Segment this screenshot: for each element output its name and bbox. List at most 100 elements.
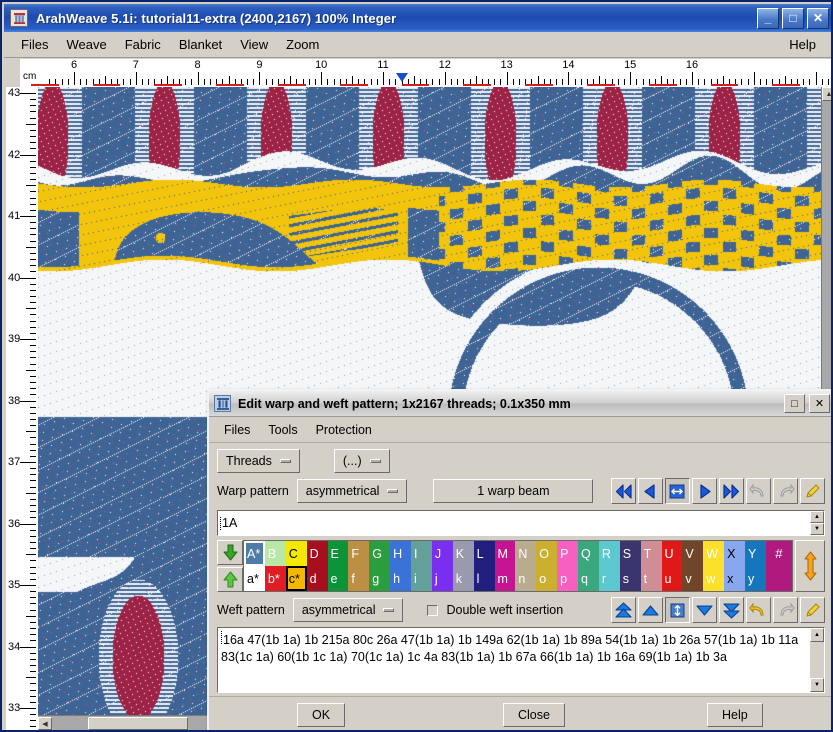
- palette-cell-D[interactable]: D: [306, 541, 328, 566]
- scroll-up-icon[interactable]: ▲: [822, 87, 831, 101]
- palette-cell-p[interactable]: p: [557, 566, 578, 591]
- palette-cell-I[interactable]: I: [411, 541, 432, 566]
- dialog-menu-item-tools[interactable]: Tools: [259, 420, 306, 440]
- warp-beam-dropdown[interactable]: 1 warp beam: [433, 479, 594, 503]
- palette-cell-H[interactable]: H: [390, 541, 411, 566]
- palette-cell-k[interactable]: k: [452, 566, 474, 591]
- warp-clear-button[interactable]: [800, 478, 825, 504]
- weft-down-button[interactable]: [692, 597, 717, 623]
- dialog-menu-item-files[interactable]: Files: [215, 420, 259, 440]
- menu-item-files[interactable]: Files: [12, 34, 57, 55]
- palette-cell-L[interactable]: L: [473, 541, 495, 566]
- green-up-arrow-icon[interactable]: [217, 567, 243, 592]
- palette-cell-Q[interactable]: Q: [578, 541, 599, 566]
- menu-item-view[interactable]: View: [231, 34, 277, 55]
- palette-cell-V[interactable]: V: [682, 541, 704, 566]
- menu-item-blanket[interactable]: Blanket: [170, 34, 231, 55]
- palette-cell-g[interactable]: g: [369, 566, 391, 591]
- weft-undo-button[interactable]: [746, 597, 771, 623]
- palette-cell-t[interactable]: t: [640, 566, 662, 591]
- palette-cell-Y[interactable]: Y: [745, 541, 766, 566]
- palette-cell-f[interactable]: f: [348, 566, 370, 591]
- palette-cell-q[interactable]: q: [578, 566, 599, 591]
- warp-symmetry-dropdown[interactable]: asymmetrical: [296, 479, 408, 503]
- weft-clear-button[interactable]: [800, 597, 825, 623]
- palette-cell-R[interactable]: R: [598, 541, 620, 566]
- scroll-up-icon[interactable]: ▲: [810, 628, 824, 642]
- palette-cell-K[interactable]: K: [452, 541, 474, 566]
- help-button[interactable]: Help: [707, 702, 763, 727]
- palette-row-warp[interactable]: A* B C D E F G H I J K L M N O P Q R S T U V W X Y #: [244, 541, 792, 566]
- palette-cell-s[interactable]: s: [619, 566, 641, 591]
- palette-cell-M[interactable]: M: [494, 541, 516, 566]
- palette-cell-bstar[interactable]: b*: [264, 566, 286, 591]
- orange-updown-arrow-icon[interactable]: [795, 540, 825, 592]
- palette-cell-e[interactable]: e: [327, 566, 349, 591]
- close-button[interactable]: Close: [503, 702, 565, 727]
- palette-cell-h[interactable]: h: [390, 566, 411, 591]
- minimize-button[interactable]: _: [757, 7, 779, 29]
- palette-cell-U[interactable]: U: [661, 541, 683, 566]
- palette-cell-o[interactable]: o: [536, 566, 558, 591]
- palette-cell-T[interactable]: T: [640, 541, 662, 566]
- weft-pattern-textarea[interactable]: 16a 47(1b 1a) 1b 215a 80c 26a 47(1b 1a) …: [217, 627, 825, 693]
- palette-cell-G[interactable]: G: [369, 541, 391, 566]
- palette-cell-X[interactable]: X: [724, 541, 745, 566]
- dialog-menu-item-protection[interactable]: Protection: [307, 420, 381, 440]
- warp-pattern-input[interactable]: 1A ▲ ▼: [217, 510, 825, 536]
- spin-down-icon[interactable]: ▼: [810, 523, 824, 535]
- palette-cell-O[interactable]: O: [536, 541, 558, 566]
- scroll-thumb[interactable]: [88, 717, 188, 730]
- palette-cell-S[interactable]: S: [619, 541, 641, 566]
- dialog-maximize-button[interactable]: □: [784, 394, 805, 413]
- scroll-left-icon[interactable]: ◀: [38, 717, 52, 730]
- warp-previous-button[interactable]: [638, 478, 663, 504]
- warp-fit-button[interactable]: [665, 478, 690, 504]
- weft-pattern-scrollbar[interactable]: ▲ ▼: [810, 628, 824, 692]
- ruler-position-marker[interactable]: [395, 73, 408, 82]
- palette-cell-cstar[interactable]: c*: [285, 566, 307, 591]
- weft-fit-button[interactable]: [665, 597, 690, 623]
- horizontal-ruler[interactable]: cm 6 7 8 9 10 11 12 13 14 15 16: [20, 59, 831, 87]
- close-button[interactable]: ✕: [807, 7, 829, 29]
- palette-grid[interactable]: A* B C D E F G H I J K L M N O P Q R S T U V W X Y # a* b* c* d e f g h i…: [243, 540, 793, 592]
- maximize-button[interactable]: □: [782, 7, 804, 29]
- palette-cell-astar[interactable]: a*: [244, 566, 265, 591]
- ellipsis-dropdown[interactable]: (...): [333, 449, 390, 473]
- double-weft-insertion-checkbox[interactable]: [427, 604, 439, 616]
- spin-up-icon[interactable]: ▲: [810, 511, 824, 523]
- vertical-ruler[interactable]: 43 42 41 40 39 38 37 36 35 34 33: [6, 87, 38, 730]
- palette-cell-u[interactable]: u: [661, 566, 683, 591]
- palette-cell-r[interactable]: r: [598, 566, 620, 591]
- warp-last-button[interactable]: [719, 478, 744, 504]
- weft-symmetry-dropdown[interactable]: asymmetrical: [292, 598, 404, 622]
- palette-cell-y[interactable]: y: [745, 566, 766, 591]
- palette-cell-w[interactable]: w: [703, 566, 725, 591]
- warp-pattern-spinner[interactable]: ▲ ▼: [810, 511, 824, 535]
- menu-item-help[interactable]: Help: [780, 34, 825, 55]
- menu-item-weave[interactable]: Weave: [57, 34, 115, 55]
- palette-cell-j[interactable]: j: [431, 566, 453, 591]
- weft-top-button[interactable]: [611, 597, 636, 623]
- warp-undo-button[interactable]: [746, 478, 771, 504]
- menu-item-fabric[interactable]: Fabric: [116, 34, 170, 55]
- warp-redo-button[interactable]: [773, 478, 798, 504]
- warp-first-button[interactable]: [611, 478, 636, 504]
- palette-cell-i[interactable]: i: [411, 566, 432, 591]
- scroll-down-icon[interactable]: ▼: [810, 678, 824, 692]
- palette-cell-F[interactable]: F: [348, 541, 370, 566]
- weft-up-button[interactable]: [638, 597, 663, 623]
- palette-cell-x[interactable]: x: [724, 566, 745, 591]
- dialog-close-button[interactable]: ✕: [809, 394, 830, 413]
- palette-cell-C[interactable]: C: [285, 541, 307, 566]
- palette-cell-l[interactable]: l: [473, 566, 495, 591]
- palette-cell-m[interactable]: m: [494, 566, 516, 591]
- palette-row-weft[interactable]: a* b* c* d e f g h i j k l m n o p q r s t u v w x y: [244, 566, 792, 591]
- weft-bottom-button[interactable]: [719, 597, 744, 623]
- scroll-track[interactable]: [810, 642, 824, 678]
- palette-cell-E[interactable]: E: [327, 541, 349, 566]
- threads-dropdown[interactable]: Threads: [217, 449, 300, 473]
- green-down-arrow-icon[interactable]: [217, 540, 243, 565]
- palette-cell-W[interactable]: W: [703, 541, 725, 566]
- palette-cell-n[interactable]: n: [515, 566, 537, 591]
